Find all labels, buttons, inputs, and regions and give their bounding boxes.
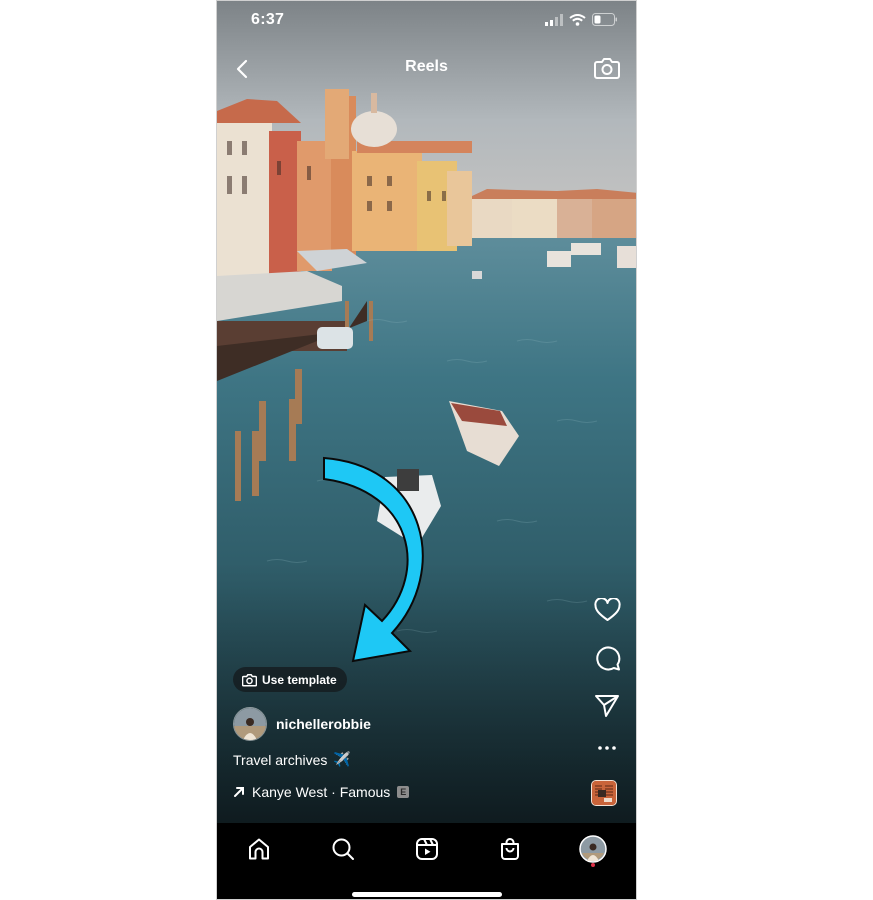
author-username[interactable]: nichellerobbie — [276, 716, 371, 732]
reel-caption[interactable]: Travel archives ✈️ — [233, 751, 351, 768]
camera-icon — [242, 673, 257, 687]
explicit-badge: E — [397, 786, 410, 798]
far-buildings — [472, 189, 636, 238]
use-template-button[interactable]: Use template — [233, 667, 347, 692]
camera-button[interactable] — [592, 53, 622, 83]
like-button[interactable] — [592, 595, 622, 625]
tab-profile[interactable] — [573, 831, 613, 867]
heart-icon — [593, 598, 621, 621]
more-button[interactable] — [592, 733, 622, 763]
airplane-emoji: ✈️ — [333, 751, 351, 767]
reel-author[interactable]: nichellerobbie — [233, 707, 371, 741]
caption-text: Travel archives — [233, 751, 328, 768]
audio-separator: · — [331, 784, 336, 800]
phone-screen: 6:37 Reels Use template nichellerobbie T… — [216, 0, 637, 900]
tab-reels[interactable] — [407, 831, 447, 867]
reel-video[interactable] — [217, 1, 637, 823]
cellular-signal-icon — [545, 13, 563, 26]
comment-button[interactable] — [592, 643, 622, 673]
reels-icon — [416, 838, 438, 860]
audio-track: Famous — [339, 784, 391, 800]
tab-shop[interactable] — [490, 831, 530, 867]
tab-bar — [217, 823, 636, 899]
camera-icon — [594, 58, 620, 79]
search-icon — [332, 838, 354, 860]
tab-home[interactable] — [239, 831, 279, 867]
tab-search[interactable] — [323, 831, 363, 867]
reels-header: Reels — [217, 49, 636, 89]
audio-album-art — [592, 781, 616, 805]
arrow-up-right-icon — [234, 787, 244, 797]
page-title: Reels — [405, 58, 448, 75]
share-button[interactable] — [592, 691, 622, 721]
comment-icon — [595, 645, 620, 670]
profile-notification-dot — [591, 863, 595, 867]
send-icon — [595, 695, 619, 717]
status-time: 6:37 — [251, 11, 285, 28]
author-avatar[interactable] — [233, 707, 267, 741]
use-template-label: Use template — [262, 672, 337, 687]
home-indicator[interactable] — [352, 892, 502, 897]
wifi-icon — [569, 13, 586, 26]
audio-info[interactable]: Kanye West · Famous E — [233, 784, 410, 800]
more-horizontal-icon — [598, 746, 616, 750]
status-bar: 6:37 — [217, 1, 636, 41]
audio-thumbnail[interactable] — [591, 780, 617, 806]
profile-avatar — [579, 835, 607, 863]
battery-low-icon — [592, 13, 617, 26]
home-icon — [249, 838, 269, 860]
shopping-bag-icon — [501, 838, 519, 860]
audio-artist: Kanye West — [252, 784, 328, 800]
